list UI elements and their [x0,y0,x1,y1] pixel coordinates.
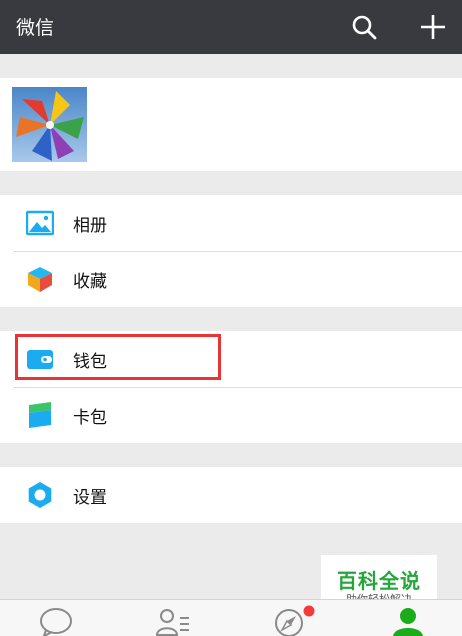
card-pack-row[interactable]: 卡包 [0,387,462,443]
settings-row[interactable]: 设置 [0,467,462,523]
pinwheel-avatar [12,87,87,162]
bottom-tab-bar [0,599,462,636]
favorites-label: 收藏 [73,272,107,292]
app-title: 微信 [16,17,55,39]
favorites-cube-icon [28,267,52,292]
card-pack-icon [29,402,51,428]
wallet-highlight-box [15,334,221,380]
search-icon[interactable] [351,14,377,40]
card-pack-label: 卡包 [73,408,107,428]
contacts-icon[interactable] [155,606,191,636]
settings-gear-icon [28,482,52,508]
album-row[interactable]: 相册 [0,195,462,251]
settings-group: 设置 [0,467,462,523]
watermark-title: 百科全说 [337,569,421,593]
chat-bubble-icon[interactable] [38,606,74,636]
me-person-icon[interactable] [390,606,426,636]
profile-card[interactable] [0,78,462,171]
favorites-row[interactable]: 收藏 [0,251,462,307]
plus-icon[interactable] [419,13,447,41]
top-bar: 微信 [0,0,462,54]
settings-label: 设置 [73,488,107,508]
album-label: 相册 [73,216,107,236]
discover-badge [303,605,315,617]
photo-album-icon [26,210,54,236]
collections-group: 相册 收藏 [0,195,462,307]
